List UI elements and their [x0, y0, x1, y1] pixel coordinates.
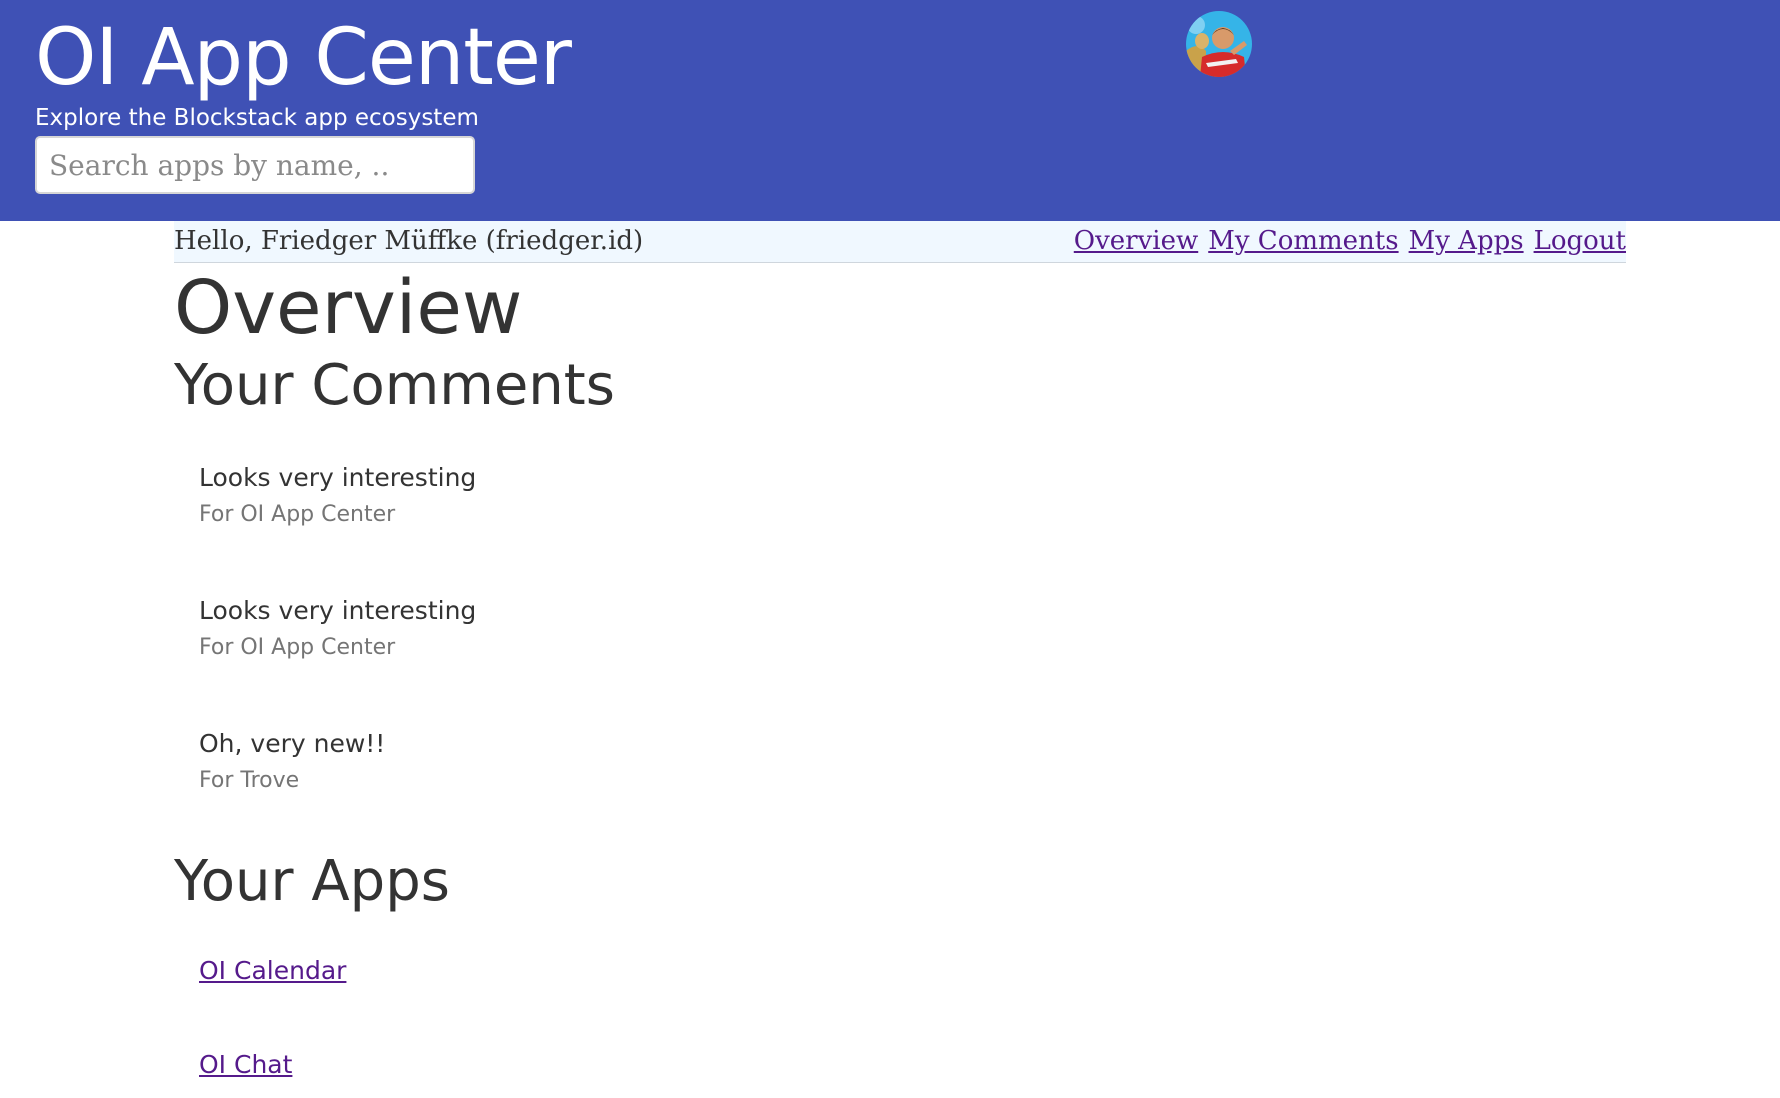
comment-item: Oh, very new!! For Trove — [199, 727, 385, 797]
user-avatar-icon[interactable] — [1186, 11, 1252, 77]
nav-my-apps-link[interactable]: My Apps — [1409, 226, 1524, 256]
comment-app: For OI App Center — [199, 635, 396, 660]
app-link-oi-chat[interactable]: OI Chat — [199, 1048, 292, 1082]
search-input[interactable] — [35, 136, 475, 194]
comment-text: Looks very interesting — [199, 596, 477, 625]
comment-app: For Trove — [199, 768, 300, 793]
comment-item: Looks very interesting For OI App Center — [199, 594, 476, 664]
comments-section-heading: Your Comments — [174, 353, 615, 418]
app-header: OI App Center Explore the Blockstack app… — [0, 0, 1780, 221]
nav-overview-link[interactable]: Overview — [1074, 226, 1198, 256]
comment-app: For OI App Center — [199, 502, 396, 527]
greeting-text: Hello, Friedger Müffke (friedger.id) — [174, 226, 644, 256]
comment-text: Looks very interesting — [199, 463, 477, 492]
apps-section-heading: Your Apps — [174, 849, 450, 914]
nav-logout-link[interactable]: Logout — [1534, 226, 1626, 256]
comment-text: Oh, very new!! — [199, 729, 386, 758]
user-bar: Hello, Friedger Müffke (friedger.id) Ove… — [174, 221, 1626, 263]
nav-my-comments-link[interactable]: My Comments — [1208, 226, 1398, 256]
app-subtitle: Explore the Blockstack app ecosystem — [35, 105, 479, 131]
user-nav: Overview My Comments My Apps Logout — [1064, 225, 1626, 257]
app-title: OI App Center — [35, 13, 572, 103]
comment-item: Looks very interesting For OI App Center — [199, 461, 476, 531]
page-title: Overview — [174, 265, 523, 351]
app-link-oi-calendar[interactable]: OI Calendar — [199, 954, 346, 988]
